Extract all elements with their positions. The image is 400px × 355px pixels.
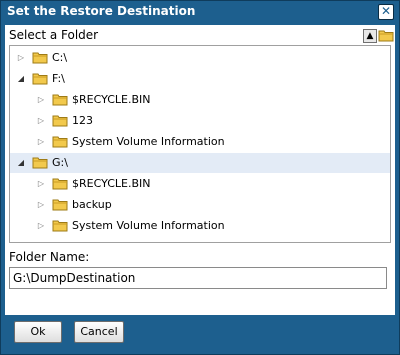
collapse-arrow-icon[interactable]: ◢ — [16, 158, 26, 168]
expand-arrow-icon[interactable]: ▷ — [36, 179, 46, 189]
tree-node-g-backup[interactable]: ▷ backup — [10, 195, 390, 215]
folder-icon — [52, 199, 68, 211]
expand-arrow-icon[interactable]: ▷ — [36, 221, 46, 231]
tree-node-label: $RECYCLE.BIN — [72, 177, 151, 190]
tree-node-label: F:\ — [52, 72, 65, 85]
folder-icon — [52, 136, 68, 148]
tree-node-g-drive[interactable]: ◢ G:\ — [10, 153, 390, 173]
restore-destination-dialog: Set the Restore Destination ✕ Select a F… — [0, 0, 400, 355]
tree-node-label: System Volume Information — [72, 219, 225, 232]
up-folder-button[interactable]: ▲ — [363, 29, 377, 43]
folder-icon — [52, 94, 68, 106]
folder-icon — [32, 73, 48, 85]
folder-icon — [52, 115, 68, 127]
new-folder-icon — [378, 30, 394, 42]
up-arrow-icon: ▲ — [366, 31, 374, 41]
folder-icon — [52, 178, 68, 190]
new-folder-button[interactable] — [378, 27, 394, 43]
close-button[interactable]: ✕ — [378, 4, 394, 20]
titlebar: Set the Restore Destination ✕ — [1, 1, 399, 23]
select-folder-label: Select a Folder — [9, 28, 99, 42]
tree-node-f-recycle-bin[interactable]: ▷ $RECYCLE.BIN — [10, 90, 390, 110]
tree-node-label: G:\ — [52, 156, 68, 169]
tree-node-label: 123 — [72, 114, 93, 127]
dialog-content: Select a Folder ▲ ▷ C:\ ◢ F:\ ▷ $RECYCLE… — [5, 25, 395, 315]
tree-node-f-system-volume-information[interactable]: ▷ System Volume Information — [10, 132, 390, 152]
tree-node-c-drive[interactable]: ▷ C:\ — [10, 48, 390, 68]
tree-node-f-123[interactable]: ▷ 123 — [10, 111, 390, 131]
collapse-arrow-icon[interactable]: ◢ — [16, 74, 26, 84]
tree-node-label: System Volume Information — [72, 135, 225, 148]
expand-arrow-icon[interactable]: ▷ — [36, 200, 46, 210]
cancel-button[interactable]: Cancel — [74, 321, 124, 343]
tree-node-g-system-volume-information[interactable]: ▷ System Volume Information — [10, 216, 390, 236]
expand-arrow-icon[interactable]: ▷ — [36, 137, 46, 147]
ok-button[interactable]: Ok — [14, 321, 62, 343]
folder-name-label: Folder Name: — [9, 250, 90, 264]
tree-node-label: C:\ — [52, 51, 68, 64]
expand-arrow-icon[interactable]: ▷ — [36, 116, 46, 126]
expand-arrow-icon[interactable]: ▷ — [16, 53, 26, 63]
folder-icon — [52, 220, 68, 232]
expand-arrow-icon[interactable]: ▷ — [36, 95, 46, 105]
folder-icon — [32, 157, 48, 169]
folder-tree[interactable]: ▷ C:\ ◢ F:\ ▷ $RECYCLE.BIN ▷ 123 ▷ Syste… — [9, 45, 391, 243]
folder-icon — [32, 52, 48, 64]
tree-node-label: $RECYCLE.BIN — [72, 93, 151, 106]
folder-name-input[interactable] — [9, 267, 387, 289]
dialog-title: Set the Restore Destination — [7, 4, 196, 18]
tree-node-f-drive[interactable]: ◢ F:\ — [10, 69, 390, 89]
tree-node-label: backup — [72, 198, 112, 211]
tree-node-g-recycle-bin[interactable]: ▷ $RECYCLE.BIN — [10, 174, 390, 194]
